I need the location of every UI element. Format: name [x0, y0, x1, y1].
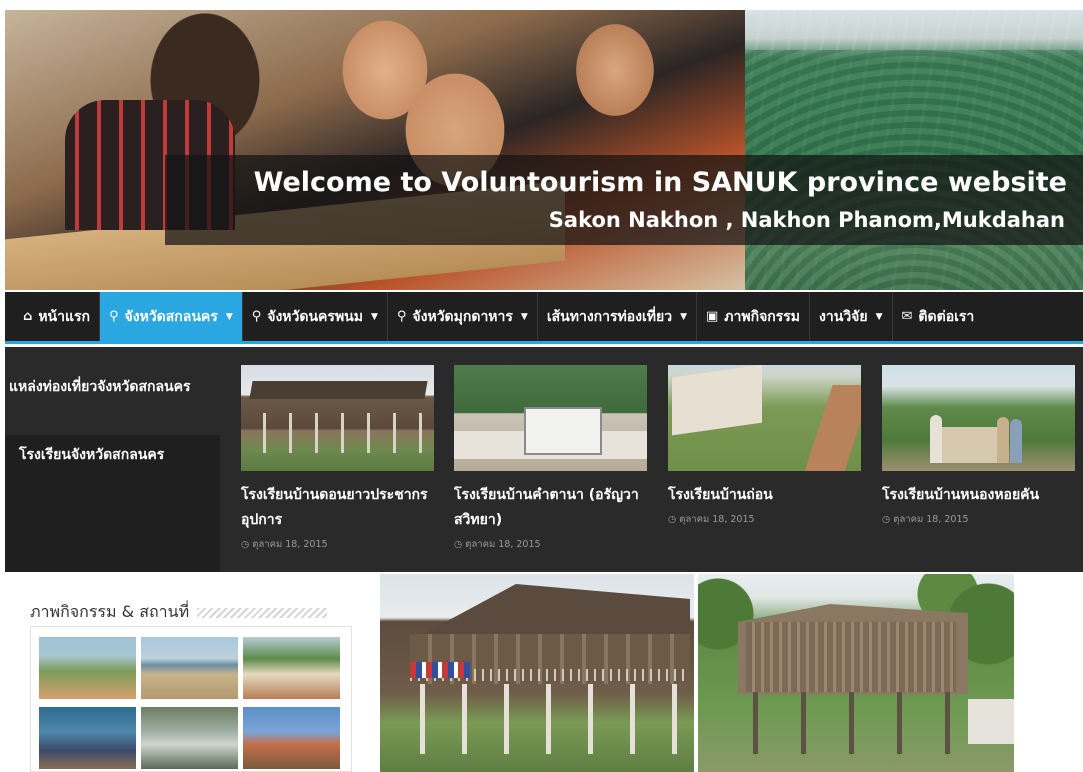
photo-shed: [968, 699, 1014, 744]
gallery-thumbnail[interactable]: [39, 637, 136, 699]
hero-title: Welcome to Voluntourism in SANUK provinc…: [253, 167, 1067, 198]
thumb-person: [1010, 419, 1022, 463]
dropdown-card[interactable]: โรงเรียนบ้านหนองหอยคัน ◷ ตุลาคม 18, 2015: [882, 365, 1075, 527]
dropdown-card[interactable]: โรงเรียนบ้านคำตานา (อรัญวาสวิทยา) ◷ ตุลาค…: [454, 365, 647, 552]
card-date-text: ตุลาคม 18, 2015: [465, 539, 541, 550]
card-date-text: ตุลาคม 18, 2015: [252, 539, 328, 550]
photo-planks: [746, 622, 956, 692]
gallery-widget-title: ภาพกิจกรรม & สถานที่: [30, 602, 190, 621]
caret-down-icon: ▼: [875, 311, 883, 322]
dropdown-sidebar-item-schools[interactable]: โรงเรียนจังหวัดสกลนคร: [5, 435, 220, 471]
map-marker-icon: ⚲: [396, 309, 407, 324]
dropdown-card[interactable]: โรงเรียนบ้านดอนยาวประชากรอุปการ ◷ ตุลาคม …: [241, 365, 434, 552]
card-title[interactable]: โรงเรียนบ้านหนองหอยคัน: [882, 483, 1075, 508]
heading-divider: [197, 607, 328, 618]
map-marker-icon: ⚲: [109, 309, 119, 324]
card-date: ◷ ตุลาคม 18, 2015: [668, 512, 861, 527]
thumb-person: [930, 415, 942, 463]
card-title[interactable]: โรงเรียนบ้านคำตานา (อรัญวาสวิทยา): [454, 483, 647, 533]
gallery-thumbnail[interactable]: [141, 637, 238, 699]
photo-flags: [410, 662, 470, 678]
nav-item-label: หน้าแรก: [38, 308, 90, 325]
nav-item-label: ติดต่อเรา: [918, 308, 975, 325]
image-icon: ▣: [706, 309, 719, 324]
nav-item-nakhon-phanom[interactable]: ⚲ จังหวัดนครพนม ▼: [243, 292, 388, 341]
card-date: ◷ ตุลาคม 18, 2015: [454, 537, 647, 552]
gallery-thumbnail[interactable]: [243, 637, 340, 699]
nav-item-label: ภาพกิจกรรม: [724, 308, 801, 325]
nav-item-sakon-nakhon[interactable]: ⚲ จังหวัดสกลนคร ▼: [100, 292, 243, 341]
thumb-roof: [249, 381, 428, 399]
featured-photo-school-building[interactable]: [380, 574, 694, 772]
card-thumbnail[interactable]: [882, 365, 1075, 471]
card-thumbnail[interactable]: [454, 365, 647, 471]
card-thumbnail[interactable]: [241, 365, 434, 471]
chat-icon: ✉: [901, 309, 913, 324]
clock-icon: ◷: [454, 539, 463, 550]
gallery-widget: [30, 626, 352, 772]
nav-item-travel-routes[interactable]: เส้นทางการท่องเที่ยว ▼: [538, 292, 697, 341]
dropdown-mega-menu: แหล่งท่องเที่ยวจังหวัดสกลนคร โรงเรียนจัง…: [5, 347, 1083, 572]
thumb-gate: [672, 365, 762, 436]
card-date: ◷ ตุลาคม 18, 2015: [241, 537, 434, 552]
dropdown-sidebar: แหล่งท่องเที่ยวจังหวัดสกลนคร โรงเรียนจัง…: [5, 347, 220, 572]
thumb-sign: [524, 407, 602, 455]
map-marker-icon: ⚲: [251, 309, 262, 324]
clock-icon: ◷: [668, 514, 677, 525]
clock-icon: ◷: [882, 514, 891, 525]
card-title[interactable]: โรงเรียนบ้านดอนยาวประชากรอุปการ: [241, 483, 434, 533]
nav-item-activity-photos[interactable]: ▣ ภาพกิจกรรม: [697, 292, 811, 341]
gallery-widget-heading: ภาพกิจกรรม & สถานที่: [30, 600, 328, 625]
dropdown-card[interactable]: โรงเรียนบ้านถ่อน ◷ ตุลาคม 18, 2015: [668, 365, 861, 527]
nav-item-home[interactable]: ⌂ หน้าแรก: [5, 292, 100, 341]
photo-stilts: [420, 684, 690, 754]
hero-banner: Welcome to Voluntourism in SANUK provinc…: [5, 10, 1083, 290]
thumb-path: [803, 385, 861, 471]
featured-photo-wooden-house[interactable]: [698, 574, 1014, 772]
dropdown-sidebar-item-attractions[interactable]: แหล่งท่องเที่ยวจังหวัดสกลนคร: [5, 347, 220, 435]
card-thumbnail[interactable]: [668, 365, 861, 471]
thumb-posts: [263, 413, 423, 453]
home-icon: ⌂: [23, 309, 33, 324]
nav-item-label: จังหวัดนครพนม: [267, 308, 363, 325]
gallery-thumbnail[interactable]: [243, 707, 340, 769]
card-title[interactable]: โรงเรียนบ้านถ่อน: [668, 483, 861, 508]
caret-down-icon: ▼: [520, 311, 528, 322]
caret-down-icon: ▼: [680, 311, 687, 322]
gallery-thumbnail[interactable]: [39, 707, 136, 769]
card-date-text: ตุลาคม 18, 2015: [893, 514, 969, 525]
caret-down-icon: ▼: [370, 311, 378, 322]
nav-item-label: งานวิจัย: [819, 308, 868, 325]
nav-item-label: จังหวัดสกลนคร: [124, 308, 218, 325]
nav-item-contact[interactable]: ✉ ติดต่อเรา: [893, 292, 984, 341]
nav-item-research[interactable]: งานวิจัย ▼: [810, 292, 893, 341]
photo-stilts: [753, 692, 963, 754]
caret-down-icon: ▼: [225, 311, 233, 322]
nav-item-label: เส้นทางการท่องเที่ยว: [546, 308, 673, 325]
clock-icon: ◷: [241, 539, 250, 550]
gallery-thumbnail[interactable]: [141, 707, 238, 769]
photo-roof: [423, 584, 690, 634]
nav-item-label: จังหวัดมุกดาหาร: [412, 308, 513, 325]
hero-caption: Welcome to Voluntourism in SANUK provinc…: [165, 155, 1083, 245]
thumb-person: [997, 417, 1009, 463]
card-date-text: ตุลาคม 18, 2015: [679, 514, 755, 525]
card-date: ◷ ตุลาคม 18, 2015: [882, 512, 1075, 527]
main-navbar: ⌂ หน้าแรก ⚲ จังหวัดสกลนคร ▼ ⚲ จังหวัดนคร…: [5, 292, 1083, 344]
hero-subtitle: Sakon Nakhon , Nakhon Phanom,Mukdahan: [548, 208, 1065, 232]
nav-item-mukdahan[interactable]: ⚲ จังหวัดมุกดาหาร ▼: [388, 292, 538, 341]
